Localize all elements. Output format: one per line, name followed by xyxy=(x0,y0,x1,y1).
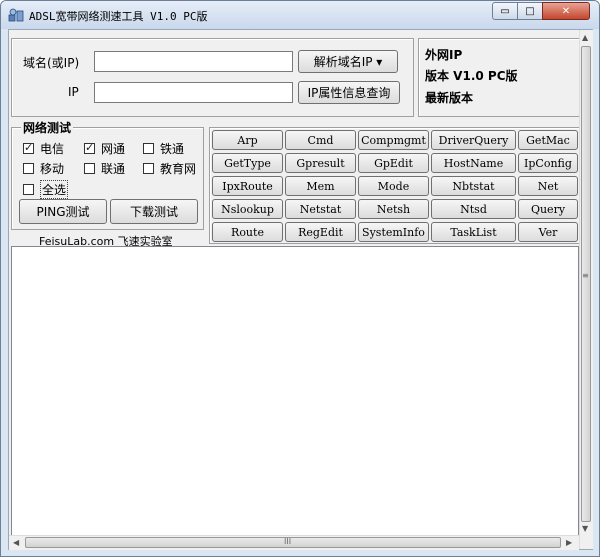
minimize-icon: ▭ xyxy=(500,5,510,17)
checkbox-unchecked-icon xyxy=(143,163,154,174)
scroll-down-arrow-icon[interactable]: ▼ xyxy=(582,524,588,533)
cmd-button-ntsd[interactable]: Ntsd xyxy=(431,199,516,219)
horizontal-scrollbar[interactable]: ◀ III ▶ xyxy=(9,535,579,550)
app-icon xyxy=(8,8,24,22)
ip-input[interactable] xyxy=(94,82,293,103)
network-test-title: 网络测试 xyxy=(21,119,74,136)
checkbox-unchecked-icon xyxy=(84,163,95,174)
horizontal-scroll-thumb[interactable]: III xyxy=(25,537,561,548)
checkbox-label: 移动 xyxy=(40,162,65,176)
window-title: ADSL宽带网络测速工具 V1.0 PC版 xyxy=(29,10,208,23)
select-all-checkbox[interactable]: 全选 xyxy=(23,180,69,199)
checkbox-label: 电信 xyxy=(40,142,65,156)
cmd-button-gpresult[interactable]: Gpresult xyxy=(285,153,356,173)
cmd-button-mem[interactable]: Mem xyxy=(285,176,356,196)
cmd-button-ver[interactable]: Ver xyxy=(518,222,578,242)
maximize-button[interactable]: □ xyxy=(517,2,543,20)
carrier-telecom-checkbox[interactable]: 电信 xyxy=(23,140,64,157)
scroll-right-arrow-icon[interactable]: ▶ xyxy=(566,538,572,547)
cmd-button-ipconfig[interactable]: IpConfig xyxy=(518,153,578,173)
vertical-scrollbar[interactable]: ▲ ≡ ▼ xyxy=(579,30,593,549)
ping-test-button[interactable]: PING测试 xyxy=(19,199,107,224)
cmd-button-query[interactable]: Query xyxy=(518,199,578,219)
cmd-button-systeminfo[interactable]: SystemInfo xyxy=(358,222,429,242)
client-area: 域名(或IP) 解析域名IP ▾ IP IP属性信息查询 外网IP 版本 V1.… xyxy=(8,29,593,550)
carrier-unicom-checkbox[interactable]: 联通 xyxy=(84,160,125,177)
checkbox-unchecked-icon xyxy=(23,163,34,174)
cmd-button-net[interactable]: Net xyxy=(518,176,578,196)
domain-input[interactable] xyxy=(94,51,293,72)
checkbox-label: 教育网 xyxy=(160,162,197,176)
ip-info-query-button[interactable]: IP属性信息查询 xyxy=(298,81,400,104)
download-test-button[interactable]: 下载测试 xyxy=(110,199,198,224)
cmd-button-mode[interactable]: Mode xyxy=(358,176,429,196)
output-area[interactable] xyxy=(11,246,579,536)
title-bar[interactable]: ADSL宽带网络测速工具 V1.0 PC版 ▭ □ ✕ xyxy=(1,1,599,29)
checkbox-checked-icon xyxy=(84,141,95,154)
cmd-button-arp[interactable]: Arp xyxy=(212,130,283,150)
cmd-button-ipxroute[interactable]: IpxRoute xyxy=(212,176,283,196)
thumb-grip-icon: III xyxy=(284,537,292,546)
ip-label: IP xyxy=(68,85,79,99)
carrier-mobile-checkbox[interactable]: 移动 xyxy=(23,160,64,177)
checkbox-checked-icon xyxy=(23,141,34,154)
scroll-left-arrow-icon[interactable]: ◀ xyxy=(13,538,19,547)
thumb-grip-icon: ≡ xyxy=(582,271,589,280)
cmd-button-driverquery[interactable]: DriverQuery xyxy=(431,130,516,150)
cmd-button-getmac[interactable]: GetMac xyxy=(518,130,578,150)
domain-label: 域名(或IP) xyxy=(23,56,80,70)
cmd-button-nslookup[interactable]: Nslookup xyxy=(212,199,283,219)
scroll-up-arrow-icon[interactable]: ▲ xyxy=(582,33,588,42)
checkbox-label: 网通 xyxy=(101,142,126,156)
cmd-button-gettype[interactable]: GetType xyxy=(212,153,283,173)
resolve-domain-button[interactable]: 解析域名IP ▾ xyxy=(298,50,398,73)
checkbox-label: 全选 xyxy=(40,180,69,199)
carrier-edu-checkbox[interactable]: 教育网 xyxy=(143,160,196,177)
vertical-scroll-thumb[interactable]: ≡ xyxy=(581,46,591,522)
cmd-button-netstat[interactable]: Netstat xyxy=(285,199,356,219)
cmd-button-compmgmt[interactable]: Compmgmt xyxy=(358,130,429,150)
cmd-button-gpedit[interactable]: GpEdit xyxy=(358,153,429,173)
cmd-button-cmd[interactable]: Cmd xyxy=(285,130,356,150)
close-button[interactable]: ✕ xyxy=(542,2,590,20)
checkbox-unchecked-icon xyxy=(143,143,154,154)
latest-version-label: 最新版本 xyxy=(425,91,474,105)
carrier-tietong-checkbox[interactable]: 铁通 xyxy=(143,140,184,157)
app-window: ADSL宽带网络测速工具 V1.0 PC版 ▭ □ ✕ 域名(或IP) 解析域名… xyxy=(0,0,600,557)
cmd-button-nbtstat[interactable]: Nbtstat xyxy=(431,176,516,196)
minimize-button[interactable]: ▭ xyxy=(492,2,518,20)
cmd-button-tasklist[interactable]: TaskList xyxy=(431,222,516,242)
maximize-icon: □ xyxy=(525,5,535,17)
cmd-button-regedit[interactable]: RegEdit xyxy=(285,222,356,242)
external-ip-label: 外网IP xyxy=(425,48,463,62)
cmd-button-hostname[interactable]: HostName xyxy=(431,153,516,173)
version-label: 版本 V1.0 PC版 xyxy=(425,69,518,83)
checkbox-label: 联通 xyxy=(101,162,126,176)
cmd-button-netsh[interactable]: Netsh xyxy=(358,199,429,219)
carrier-netcom-checkbox[interactable]: 网通 xyxy=(84,140,125,157)
cmd-button-route[interactable]: Route xyxy=(212,222,283,242)
close-icon: ✕ xyxy=(561,5,571,17)
checkbox-unchecked-icon xyxy=(23,184,34,195)
checkbox-label: 铁通 xyxy=(160,142,185,156)
